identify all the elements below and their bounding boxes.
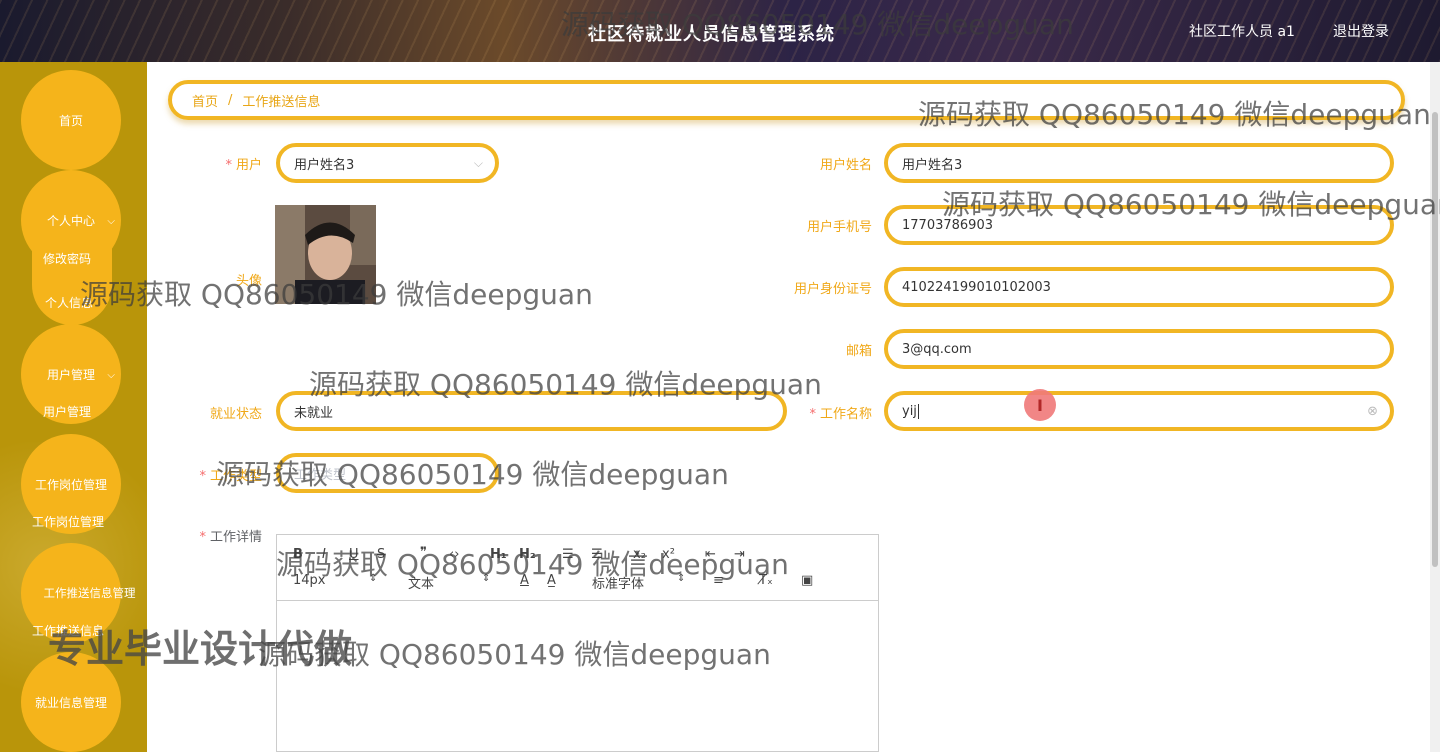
job-detail-editor[interactable]: B I U S ❞ ‹› H₁ H₂ ☰ ☰ x₂ x² ⇤ ⇥ 14px ⇕ … — [276, 534, 879, 752]
bullet-list-icon[interactable]: ☰ — [591, 547, 603, 562]
breadcrumb: 首页 / 工作推送信息 — [168, 80, 1405, 120]
breadcrumb-separator: / — [228, 92, 233, 108]
font-color-icon[interactable]: A — [520, 573, 529, 588]
editor-toolbar: B I U S ❞ ‹› H₁ H₂ ☰ ☰ x₂ x² ⇤ ⇥ 14px ⇕ … — [277, 535, 878, 601]
h1-icon[interactable]: H₁ — [490, 547, 507, 562]
code-icon[interactable]: ‹› — [449, 547, 459, 562]
employment-status-field[interactable]: 未就业 — [276, 391, 787, 431]
strike-icon[interactable]: S — [377, 547, 385, 562]
mouse-cursor-indicator: I — [1024, 389, 1056, 421]
bg-color-icon[interactable]: A̲ — [547, 573, 556, 588]
clear-format-icon[interactable]: T̸ₓ — [759, 573, 773, 588]
avatar — [275, 205, 376, 304]
id-number-field[interactable]: 410224199010102003 — [884, 267, 1394, 307]
bold-icon[interactable]: B — [293, 547, 303, 562]
h2-icon[interactable]: H₂ — [519, 547, 536, 562]
align-icon[interactable]: ≡ — [713, 573, 724, 588]
clear-icon[interactable]: ⊗ — [1367, 404, 1378, 419]
logout-link[interactable]: 退出登录 — [1333, 21, 1389, 41]
nav-job-push-sub[interactable]: 工作推送信息 — [32, 622, 104, 639]
job-name-input[interactable]: yij ⊗ — [884, 391, 1394, 431]
current-user: 社区工作人员 a1 — [1189, 24, 1295, 40]
top-header: 社区待就业人员信息管理系统 社区工作人员 a1 退出登录 — [0, 0, 1440, 62]
chevron-down-icon: ⌵ — [107, 370, 115, 381]
id-number-value: 410224199010102003 — [902, 279, 1051, 295]
superscript-icon[interactable]: x² — [662, 547, 675, 562]
job-type-label: * 工作类型 — [199, 469, 262, 484]
blockquote-icon[interactable]: ❞ — [420, 545, 427, 560]
font-size-select[interactable]: 14px — [293, 573, 326, 588]
nav-change-password[interactable]: 修改密码 — [43, 250, 91, 267]
user-name-label: 用户姓名 — [819, 158, 872, 173]
chevron-updown-icon: ⇕ — [369, 573, 378, 584]
phone-value: 17703786903 — [902, 217, 993, 233]
avatar-label: 头像 — [235, 274, 262, 289]
ordered-list-icon[interactable]: ☰ — [562, 547, 574, 562]
nav-employment-mgmt[interactable]: 就业信息管理 — [21, 652, 121, 752]
phone-label: 用户手机号 — [806, 220, 872, 235]
nav-user-mgmt-label: 用户管理 — [46, 367, 95, 382]
user-name-field[interactable]: 用户姓名3 — [884, 143, 1394, 183]
breadcrumb-current: 工作推送信息 — [242, 94, 321, 110]
scrollbar-thumb[interactable] — [1432, 112, 1438, 567]
job-name-value: yij — [902, 403, 917, 419]
email-field[interactable]: 3@qq.com — [884, 329, 1394, 369]
user-select-value: 用户姓名3 — [294, 157, 355, 173]
scrollbar[interactable] — [1430, 62, 1440, 752]
chevron-updown-icon: ⇕ — [677, 573, 686, 584]
nav-user-mgmt-sub[interactable]: 用户管理 — [43, 403, 91, 420]
image-icon[interactable]: ▣ — [801, 573, 813, 588]
employment-status-value: 未就业 — [294, 405, 334, 421]
italic-icon[interactable]: I — [322, 547, 326, 562]
font-family-select[interactable]: 标准字体 — [592, 573, 644, 592]
id-number-label: 用户身份证号 — [793, 282, 872, 297]
nav-home[interactable]: 首页 — [21, 70, 121, 170]
user-select[interactable]: 用户姓名3 ⌵ — [276, 143, 499, 183]
nav-personal-info[interactable]: 个人信息 — [45, 294, 93, 311]
employment-status-label: 就业状态 — [209, 407, 262, 422]
text-caret — [917, 403, 919, 419]
subscript-icon[interactable]: x₂ — [633, 547, 646, 562]
user-name-value: 用户姓名3 — [902, 157, 963, 173]
chevron-down-icon: ⌵ — [107, 216, 115, 227]
job-type-placeholder: 工作类型 — [294, 467, 347, 483]
underline-icon[interactable]: U — [349, 547, 359, 562]
nav-personal-center-label: 个人中心 — [46, 213, 95, 228]
job-name-label: * 工作名称 — [809, 407, 872, 422]
chevron-updown-icon: ⇕ — [482, 573, 491, 584]
email-label: 邮箱 — [845, 344, 872, 359]
nav-job-post-mgmt-sub[interactable]: 工作岗位管理 — [32, 513, 104, 530]
indent-icon[interactable]: ⇥ — [734, 547, 745, 562]
breadcrumb-home[interactable]: 首页 — [192, 91, 218, 110]
phone-field[interactable]: 17703786903 — [884, 205, 1394, 245]
outdent-icon[interactable]: ⇤ — [705, 547, 716, 562]
block-type-select[interactable]: 文本 — [408, 573, 434, 592]
chevron-down-icon: ⌵ — [473, 156, 483, 170]
nav-job-post-mgmt-label: 工作岗位管理 — [34, 477, 107, 492]
user-label: * 用户 — [225, 158, 262, 173]
job-detail-label: * 工作详情 — [199, 530, 262, 545]
job-type-select[interactable]: 工作类型 — [276, 453, 499, 493]
app-title: 社区待就业人员信息管理系统 — [588, 24, 835, 45]
nav-job-push-mgmt-label: 工作推送信息管理 — [43, 586, 136, 600]
email-value: 3@qq.com — [902, 341, 972, 357]
